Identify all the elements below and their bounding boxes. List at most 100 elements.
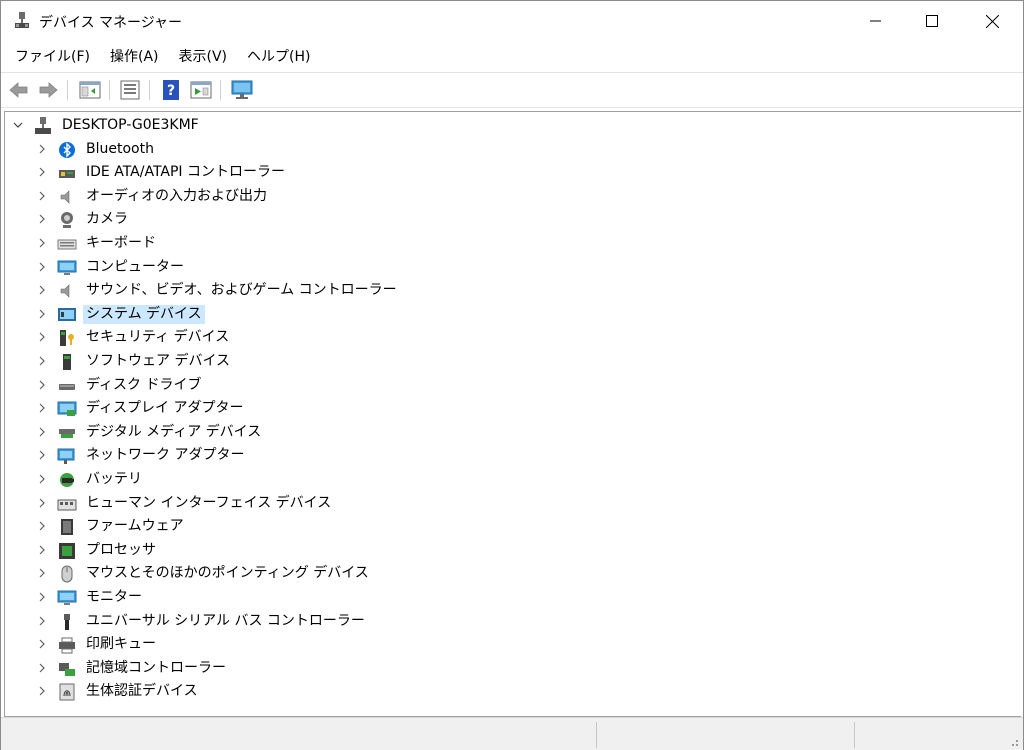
properties-icon[interactable] [118,78,142,102]
chevron-right-icon[interactable] [35,401,49,415]
tree-item-label: ユニバーサル シリアル バス コントローラー [86,612,365,629]
chevron-right-icon[interactable] [35,212,49,226]
svg-text:?: ? [167,83,175,99]
chevron-right-icon[interactable] [35,637,49,651]
back-icon[interactable] [7,78,31,102]
chevron-right-icon[interactable] [35,684,49,698]
tree-item[interactable]: プロセッサ [5,539,1005,562]
minimize-button[interactable] [853,1,899,41]
tree-item[interactable]: オーディオの入力および出力 [5,185,1005,208]
tree-item[interactable]: ディスク ドライブ [5,374,1005,397]
chevron-right-icon[interactable] [35,661,49,675]
window-title: デバイス マネージャー [39,15,183,31]
maximize-button[interactable] [909,1,955,41]
device-category-icon [63,354,71,370]
chevron-right-icon[interactable] [35,307,49,321]
tree-item[interactable]: サウンド、ビデオ、およびゲーム コントローラー [5,279,1005,302]
tree-item-label: キーボード [86,235,156,251]
device-tree[interactable]: DESKTOP-G0E3KMF Bluetooth IDE ATA/ATAPI コン… [4,111,1021,717]
device-category-icon [61,212,73,229]
tree-item[interactable]: 記憶域コントローラー [5,657,1005,680]
menu-bar: ファイル(F) 操作(A) 表示(V) ヘルプ(H) [1,45,1024,69]
tree-item-label: 記憶域コントローラー [86,659,226,676]
device-category-icon [57,448,75,465]
tree-item-label: IDE ATA/ATAPI コントローラー [86,164,286,181]
chevron-right-icon[interactable] [35,378,49,392]
tree-item-label: ソフトウェア デバイス [86,353,231,369]
show-hide-tree-icon[interactable] [78,78,102,102]
resize-grip-icon[interactable] [1007,735,1019,747]
tree-item-label: ファームウェア [86,518,184,535]
tree-item[interactable]: キーボード [5,232,1005,255]
tree-item[interactable]: マウスとそのほかのポインティング デバイス [5,562,1005,585]
tree-item-label: モニター [86,589,142,605]
tree-item[interactable]: Bluetooth [5,138,1005,161]
tree-item-label: ヒューマン インターフェイス デバイス [86,494,332,511]
scan-hardware-icon[interactable] [230,78,254,102]
menu-action[interactable]: 操作(A) [102,45,167,69]
device-category-icon [59,428,75,438]
chevron-right-icon[interactable] [35,590,49,604]
tree-item[interactable]: ソフトウェア デバイス [5,350,1005,373]
title-bar[interactable]: デバイス マネージャー [1,1,1023,41]
chevron-right-icon[interactable] [35,142,49,156]
chevron-right-icon[interactable] [35,543,49,557]
device-category-icon [61,565,73,583]
computer-node-icon [35,117,51,134]
tree-item[interactable]: ディスプレイ アダプター [5,397,1005,420]
tree-item[interactable]: ヒューマン インターフェイス デバイス [5,492,1005,515]
forward-icon[interactable] [36,78,60,102]
chevron-right-icon[interactable] [35,354,49,368]
device-category-icon [60,473,74,487]
tree-item[interactable]: バッテリ [5,468,1005,491]
tree-root-label: DESKTOP-G0E3KMF [62,117,199,133]
tree-item[interactable]: カメラ [5,208,1005,231]
tree-item-label: Bluetooth [86,140,154,157]
menu-help[interactable]: ヘルプ(H) [239,45,318,69]
device-manager-window: デバイス マネージャー ファイル(F) 操作(A) 表示(V) ヘルプ(H) ?… [0,0,1024,750]
tree-item[interactable]: モニター [5,586,1005,609]
chevron-right-icon[interactable] [35,236,49,250]
status-separator [596,722,597,748]
device-category-icon [59,141,75,158]
chevron-right-icon[interactable] [35,519,49,533]
tree-item[interactable]: IDE ATA/ATAPI コントローラー [5,161,1005,184]
device-category-icon [57,239,77,250]
toolbar: ? [1,72,1023,108]
tree-item[interactable]: デジタル メディア デバイス [5,421,1005,444]
chevron-right-icon[interactable] [35,614,49,628]
tree-item-label: プロセッサ [86,541,156,558]
close-button[interactable] [969,1,1015,41]
chevron-right-icon[interactable] [35,448,49,462]
chevron-right-icon[interactable] [35,283,49,297]
device-category-icon [59,637,75,654]
maximize-icon [926,15,938,27]
tree-item[interactable]: システム デバイス [5,303,1005,326]
tree-item-label: カメラ [86,211,128,228]
status-bar [1,717,1023,750]
chevron-right-icon[interactable] [35,330,49,344]
chevron-right-icon[interactable] [35,472,49,486]
tree-item[interactable]: セキュリティ デバイス [5,326,1005,349]
chevron-right-icon[interactable] [35,260,49,274]
tree-item-label: 印刷キュー [86,636,156,653]
menu-view[interactable]: 表示(V) [171,45,236,69]
tree-item[interactable]: ネットワーク アダプター [5,444,1005,467]
tree-item[interactable]: 印刷キュー [5,633,1005,656]
chevron-down-icon[interactable] [11,118,25,132]
tree-item-label: ディスプレイ アダプター [86,400,244,417]
chevron-right-icon[interactable] [35,165,49,179]
run-icon[interactable] [189,78,213,102]
help-icon[interactable]: ? [159,78,183,102]
tree-item[interactable]: ファームウェア [5,515,1005,538]
tree-item[interactable]: 生体認証デバイス [5,680,1005,703]
menu-file[interactable]: ファイル(F) [7,45,98,69]
tree-item[interactable]: コンピューター [5,256,1005,279]
device-category-icon [60,284,70,298]
tree-item[interactable]: ユニバーサル シリアル バス コントローラー [5,610,1005,633]
chevron-right-icon[interactable] [35,425,49,439]
chevron-right-icon[interactable] [35,496,49,510]
tree-root[interactable]: DESKTOP-G0E3KMF [5,114,1005,137]
chevron-right-icon[interactable] [35,189,49,203]
chevron-right-icon[interactable] [35,566,49,580]
